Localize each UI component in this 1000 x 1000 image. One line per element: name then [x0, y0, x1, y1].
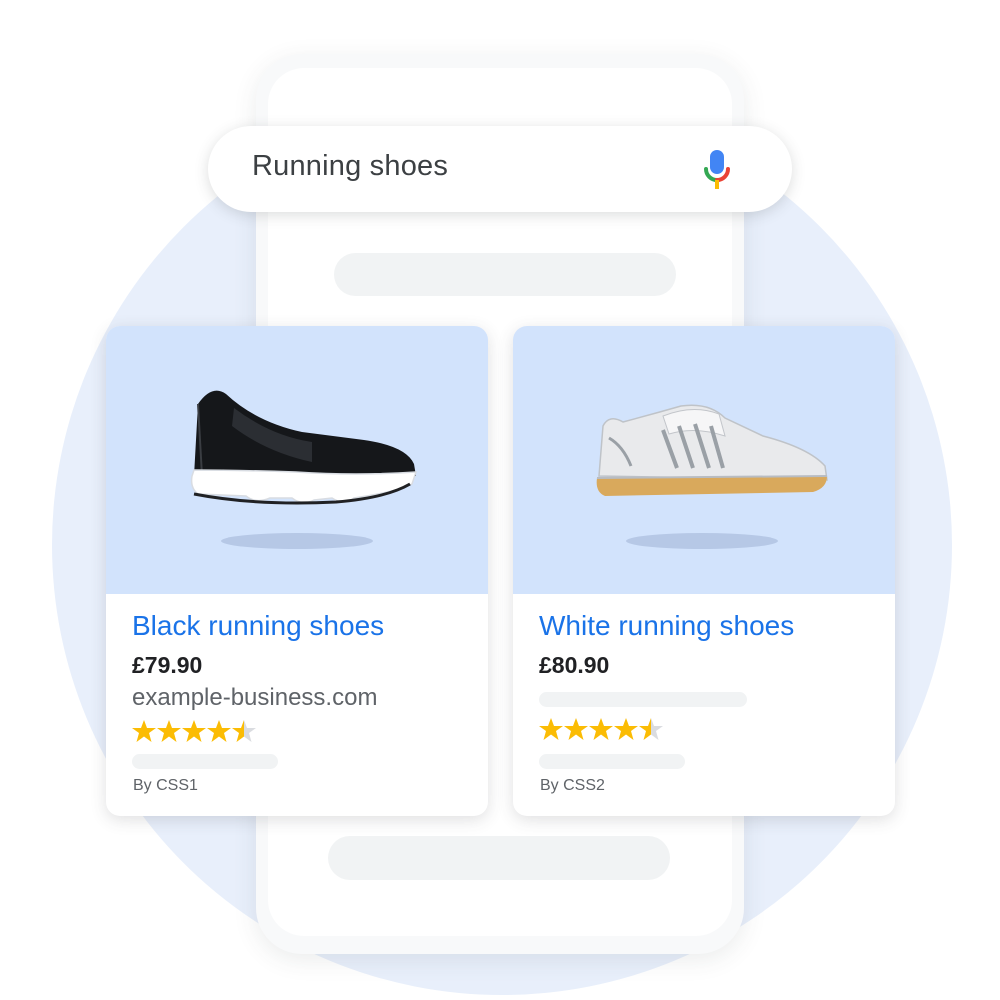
star-icon — [157, 720, 181, 742]
search-bar[interactable]: Running shoes — [208, 126, 792, 212]
product-image[interactable] — [106, 326, 488, 594]
product-card-white[interactable]: White running shoes £80.90 By CSS2 — [513, 326, 895, 816]
placeholder-pill — [539, 754, 685, 769]
product-image[interactable] — [513, 326, 895, 594]
white-shoe-image — [596, 404, 828, 549]
star-rating — [132, 719, 262, 750]
product-price: £80.90 — [539, 652, 610, 678]
star-rating — [539, 717, 669, 748]
half-star-icon — [639, 718, 663, 740]
product-price: £79.90 — [132, 652, 203, 678]
seller-byline: By CSS1 — [133, 777, 198, 794]
product-title[interactable]: White running shoes — [539, 610, 794, 642]
star-icon — [182, 720, 206, 742]
star-icon — [539, 718, 563, 740]
placeholder-bar — [334, 253, 676, 296]
placeholder-pill — [132, 754, 278, 769]
product-title[interactable]: Black running shoes — [132, 610, 384, 642]
star-icon — [614, 718, 638, 740]
star-icon — [132, 720, 156, 742]
search-input[interactable]: Running shoes — [252, 150, 448, 183]
placeholder-bar — [328, 836, 670, 880]
product-card-black[interactable]: Black running shoes £79.90 example-busin… — [106, 326, 488, 816]
half-star-icon — [232, 720, 256, 742]
black-shoe-image — [190, 390, 418, 549]
star-icon — [564, 718, 588, 740]
product-domain: example-business.com — [132, 684, 378, 711]
mic-icon[interactable] — [702, 148, 732, 192]
seller-byline: By CSS2 — [540, 777, 605, 794]
placeholder-pill — [539, 692, 747, 707]
star-icon — [207, 720, 231, 742]
star-icon — [589, 718, 613, 740]
